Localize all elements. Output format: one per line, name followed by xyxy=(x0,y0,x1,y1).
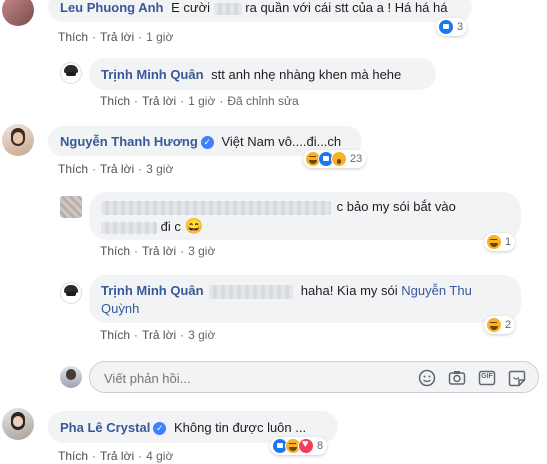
comment-actions: Thích · Trả lời · 3 giờ xyxy=(100,244,216,258)
reaction-summary[interactable]: 1 xyxy=(484,233,516,251)
comment-time[interactable]: 3 giờ xyxy=(188,328,215,342)
comment-text: Việt Nam vô....đi...ch xyxy=(221,134,342,149)
comment-text-line2: đi c xyxy=(160,219,181,234)
redacted-text xyxy=(213,2,242,15)
wow-reaction-icon xyxy=(331,151,347,167)
current-user-avatar xyxy=(60,366,82,388)
comment-actions: Thích · Trả lời · 3 giờ xyxy=(58,162,174,176)
comment-text: Không tin được luôn ... xyxy=(173,420,307,435)
reaction-summary[interactable]: 3 xyxy=(436,18,468,36)
avatar[interactable] xyxy=(2,124,34,156)
comment-text-line1: c bảo my sói bắt vào xyxy=(336,199,456,214)
comment-author[interactable]: Leu Phuong Anh xyxy=(60,0,164,15)
haha-reaction-icon xyxy=(486,317,502,333)
comment-text: stt anh nhẹ nhàng khen mà hehe xyxy=(211,67,402,82)
reply-link[interactable]: Trả lời xyxy=(100,162,134,176)
comment-bubble: Trịnh Minh Quân haha! Kìa my sói Nguyễn … xyxy=(89,275,521,323)
reply-link[interactable]: Trả lời xyxy=(142,94,176,108)
reply-link[interactable]: Trả lời xyxy=(100,449,134,463)
comment-actions: Thích · Trả lời · 3 giờ xyxy=(100,328,216,342)
comment-bubble: Trịnh Minh Quân stt anh nhẹ nhàng khen m… xyxy=(89,58,436,90)
comment-time[interactable]: 4 giờ xyxy=(146,449,173,463)
haha-reaction-icon xyxy=(486,234,502,250)
avatar[interactable] xyxy=(2,0,34,26)
comment-time[interactable]: 3 giờ xyxy=(188,244,215,258)
mention-link[interactable]: Nguyễn Thu xyxy=(401,283,472,298)
reaction-summary[interactable]: 8 xyxy=(270,437,328,455)
redacted-text xyxy=(101,221,157,234)
avatar[interactable] xyxy=(60,196,82,218)
sticker-icon[interactable] xyxy=(508,369,526,387)
reaction-summary[interactable]: 2 xyxy=(484,316,516,334)
comment-bubble: c bảo my sói bắt vào đi c 😄 xyxy=(89,192,521,240)
comment-text: E cười ra quần với cái stt của a ! Há há… xyxy=(171,0,448,15)
like-link[interactable]: Thích xyxy=(58,449,88,463)
comment-time[interactable]: 1 giờ xyxy=(146,30,173,44)
camera-icon[interactable] xyxy=(448,369,466,387)
comment-time[interactable]: 1 giờ xyxy=(188,94,215,108)
love-reaction-icon xyxy=(298,438,314,454)
gif-icon[interactable]: GIF xyxy=(478,369,496,387)
verified-badge-icon: ✓ xyxy=(200,136,214,150)
like-link[interactable]: Thích xyxy=(100,328,130,342)
edited-label[interactable]: Đã chỉnh sửa xyxy=(227,94,298,108)
avatar[interactable] xyxy=(2,408,34,440)
reply-input[interactable] xyxy=(104,368,404,388)
like-link[interactable]: Thích xyxy=(100,94,130,108)
comment-text: haha! Kìa my sói xyxy=(300,283,398,298)
avatar[interactable] xyxy=(60,282,82,304)
comment-author[interactable]: Trịnh Minh Quân xyxy=(101,67,204,82)
comment-author[interactable]: Trịnh Minh Quân xyxy=(101,283,204,298)
gif-label: GIF xyxy=(481,373,493,380)
reply-link[interactable]: Trả lời xyxy=(100,30,134,44)
redacted-text xyxy=(209,284,294,299)
like-reaction-icon xyxy=(438,19,454,35)
comment-time[interactable]: 3 giờ xyxy=(146,162,173,176)
comment-bubble: Leu Phuong Anh E cười ra quần với cái st… xyxy=(48,0,472,22)
like-link[interactable]: Thích xyxy=(100,244,130,258)
comment-actions: Thích · Trả lời · 1 giờ xyxy=(58,30,174,44)
comment-actions: Thích · Trả lời · 4 giờ xyxy=(58,449,174,463)
reply-input-box[interactable]: GIF xyxy=(89,361,539,393)
reply-link[interactable]: Trả lời xyxy=(142,244,176,258)
reaction-summary[interactable]: 23 xyxy=(303,150,367,168)
comment-author[interactable]: Pha Lê Crystal xyxy=(60,420,150,435)
reply-link[interactable]: Trả lời xyxy=(142,328,176,342)
mention-link-continued[interactable]: Quỳnh xyxy=(101,301,139,316)
avatar[interactable] xyxy=(60,62,82,84)
comment-actions: Thích · Trả lời · 1 giờ · Đã chỉnh sửa xyxy=(100,94,299,108)
like-link[interactable]: Thích xyxy=(58,162,88,176)
like-link[interactable]: Thích xyxy=(58,30,88,44)
verified-badge-icon: ✓ xyxy=(153,422,167,436)
emoji-icon[interactable] xyxy=(418,369,436,387)
redacted-author xyxy=(101,200,331,215)
comment-author[interactable]: Nguyễn Thanh Hương xyxy=(60,134,198,149)
smile-emoji: 😄 xyxy=(184,218,204,235)
